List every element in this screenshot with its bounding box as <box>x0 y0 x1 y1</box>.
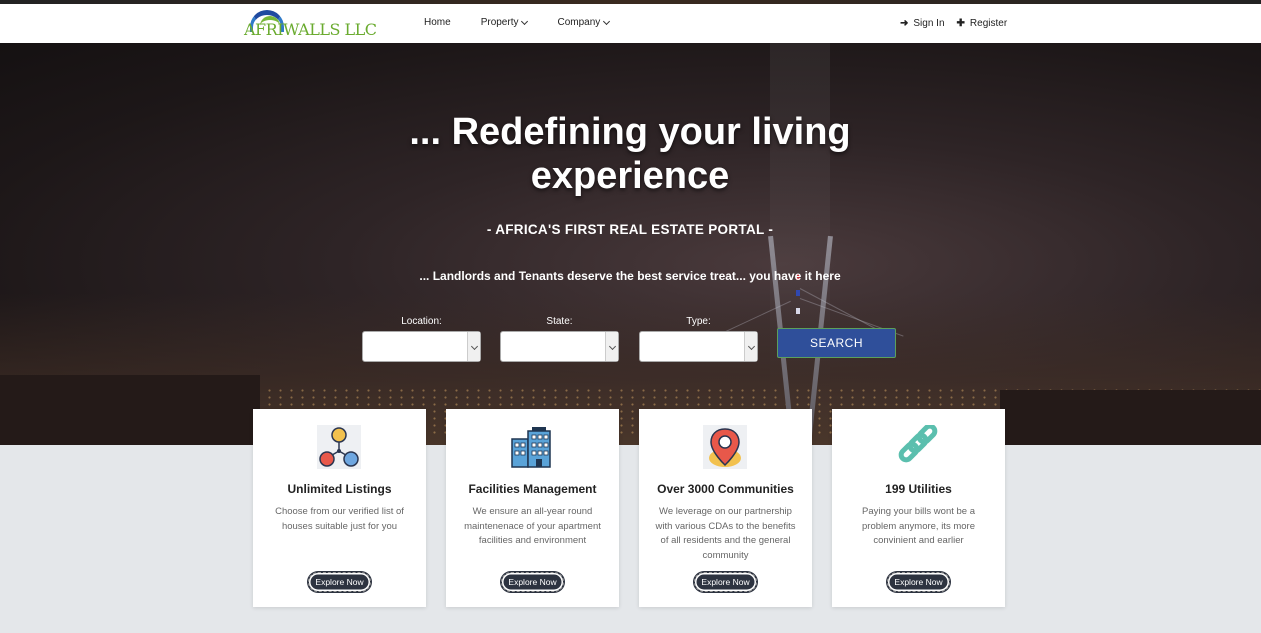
card-description: Choose from our verified list of houses … <box>275 506 404 532</box>
nav-company[interactable]: Company <box>557 17 611 28</box>
hero-subtitle: - AFRICA'S FIRST REAL ESTATE PORTAL - <box>486 222 774 237</box>
card-title: Facilities Management <box>468 482 597 496</box>
feature-card-communities: Over 3000 Communities We leverage on our… <box>639 409 812 607</box>
location-label: Location: <box>401 316 442 327</box>
network-people-icon <box>317 425 361 469</box>
nav-home[interactable]: Home <box>424 17 451 28</box>
bridge-light <box>796 308 800 314</box>
hero-title: ... Redefining your living experience <box>409 111 851 197</box>
explore-now-button[interactable]: Explore Now <box>501 572 564 592</box>
logo-text: AFRIWALLS LLC <box>244 20 377 39</box>
building-icon <box>511 427 551 468</box>
sign-in-link[interactable]: ➜ Sign In <box>900 18 945 29</box>
card-description: We ensure an all-year round maintenenace… <box>464 506 601 546</box>
sign-in-icon: ➜ <box>900 18 909 29</box>
feature-card-utilities: 199 Utilities Paying your bills wont be … <box>832 409 1005 607</box>
plus-icon: ✚ <box>956 18 965 29</box>
card-title: Unlimited Listings <box>287 482 392 496</box>
location-select[interactable] <box>362 331 481 362</box>
card-title: Over 3000 Communities <box>657 482 794 496</box>
sign-in-label: Sign In <box>913 18 945 29</box>
state-select[interactable] <box>500 331 619 362</box>
explore-now-button[interactable]: Explore Now <box>887 572 950 592</box>
search-button[interactable]: SEARCH <box>777 328 896 358</box>
card-description: Paying your bills wont be a problem anym… <box>861 506 975 546</box>
chevron-down-icon <box>605 332 618 361</box>
chain-link-icon <box>898 425 938 463</box>
nav-property-label: Property <box>480 17 519 28</box>
explore-now-button[interactable]: Explore Now <box>694 572 757 592</box>
chevron-down-icon <box>744 332 757 361</box>
main-nav: Home Property Company <box>424 17 639 28</box>
explore-now-button[interactable]: Explore Now <box>308 572 371 592</box>
register-label: Register <box>969 18 1008 29</box>
register-link[interactable]: ✚ Register <box>957 18 1008 29</box>
chevron-down-icon <box>467 332 480 361</box>
state-label: State: <box>546 316 573 327</box>
nav-company-label: Company <box>557 17 601 28</box>
type-select[interactable] <box>639 331 758 362</box>
site-header: AFRIWALLS LLC Home Property Company ➜ Si… <box>0 4 1261 43</box>
nav-home-label: Home <box>424 17 451 28</box>
feature-card-facilities: Facilities Management We ensure an all-y… <box>446 409 619 607</box>
nav-property[interactable]: Property <box>480 17 529 28</box>
feature-card-listings: Unlimited Listings Choose from our verif… <box>253 409 426 607</box>
type-label: Type: <box>686 316 711 327</box>
hero-banner: ... Redefining your living experience - … <box>0 43 1261 445</box>
city-skyline <box>1000 390 1261 445</box>
city-skyline <box>0 375 260 445</box>
chevron-down-icon <box>603 17 611 25</box>
brand-logo[interactable]: AFRIWALLS LLC <box>242 8 377 42</box>
card-description: We leverage on our partnership with vari… <box>655 506 796 561</box>
map-pin-icon <box>703 425 747 469</box>
hero-tagline: ... Landlords and Tenants deserve the be… <box>419 269 841 283</box>
chevron-down-icon <box>521 17 529 25</box>
bridge-light <box>796 290 800 296</box>
auth-links: ➜ Sign In ✚ Register <box>900 18 1019 29</box>
card-title: 199 Utilities <box>885 482 952 496</box>
